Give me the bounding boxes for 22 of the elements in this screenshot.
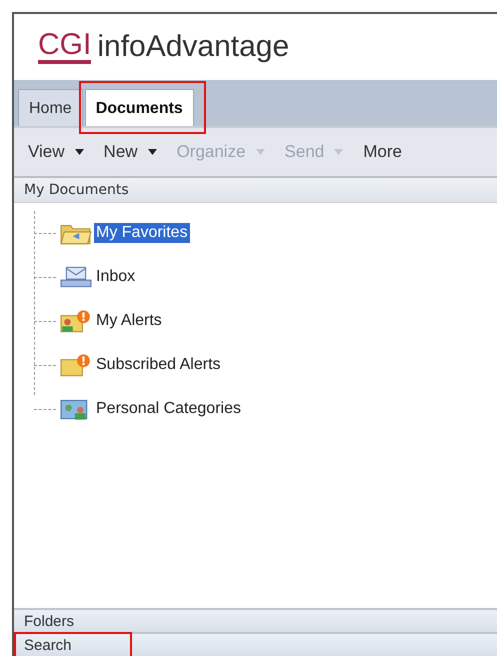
section-header[interactable]: Folders (14, 608, 497, 632)
caret-icon (334, 149, 344, 155)
menu-button[interactable]: More (363, 142, 402, 162)
logo-mark: CGI (38, 30, 92, 64)
tree-item[interactable]: Inbox (94, 267, 138, 287)
inbox-icon (60, 265, 92, 289)
tab[interactable]: Home (18, 89, 83, 126)
panel-header: My Documents (14, 178, 497, 203)
tab[interactable]: Documents (84, 89, 194, 126)
alert-folder-icon (60, 353, 92, 377)
caret-icon (74, 149, 84, 155)
tree-item[interactable]: Subscribed Alerts (94, 355, 223, 375)
caret-icon (256, 149, 265, 155)
caret-icon (148, 149, 157, 155)
tree-item[interactable]: Personal Categories (94, 399, 243, 419)
tree-item[interactable]: My Alerts (94, 311, 164, 331)
menu-button[interactable]: View (28, 142, 84, 162)
alert-folder-icon (60, 309, 92, 333)
product-name: infoAdvantage (97, 30, 290, 64)
section-header[interactable]: Search (14, 632, 497, 656)
menu-button[interactable]: New (104, 142, 157, 162)
tree-item[interactable]: My Favorites (94, 223, 190, 243)
